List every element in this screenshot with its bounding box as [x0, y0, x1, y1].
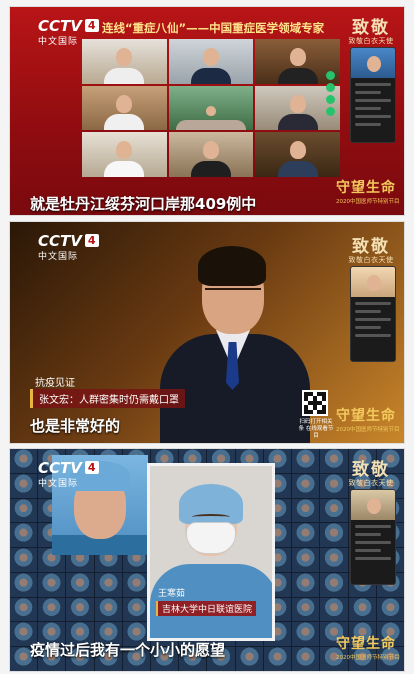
brand-mark: 守望生命 2020中国医师节特别节目	[336, 405, 400, 433]
name-tag: 王寒茹 吉林大学中日联谊医院	[156, 586, 257, 616]
subtitle-caption: 就是牡丹江绥芬河口岸那409例中	[30, 195, 257, 213]
channel-sub: 中文国际	[38, 479, 79, 489]
participant-tile	[168, 39, 254, 84]
channel-number: 4	[84, 461, 99, 474]
cctv-logo-text: CCTV	[38, 17, 82, 35]
side-panel: 致敬 致敬白衣天使	[346, 455, 396, 585]
participant-tile	[82, 85, 167, 131]
side-title: 致敬	[352, 18, 390, 38]
side-title: 致敬	[352, 460, 390, 480]
channel-number: 4	[84, 234, 99, 247]
person-name: 王寒茹	[158, 589, 186, 599]
side-subtitle: 致敬白衣天使	[348, 256, 394, 264]
participant-tile	[168, 85, 254, 131]
participant-tile	[255, 132, 340, 177]
video-frame-3: CCTV 4 中文国际 王寒茹 吉林大学中日联谊医院 致敬 致敬白衣天使 守望生命…	[9, 448, 405, 672]
participant-tile	[82, 39, 167, 84]
channel-sub: 中文国际	[38, 252, 79, 262]
cctv-logo: CCTV 4 中文国际	[38, 459, 99, 489]
participant-tile	[82, 132, 167, 177]
brand-mark: 守望生命 2020中国医师节特别节目	[336, 177, 400, 205]
subtitle-caption: 也是非常好的	[30, 417, 121, 435]
qr-code	[302, 390, 328, 416]
qr-caption: 扫码打开相关条 在线观看节目	[298, 419, 334, 439]
brand-big: 守望生命	[336, 180, 396, 196]
speaker-figure	[160, 242, 320, 443]
phone-preview	[350, 489, 396, 585]
page: CCTV 4 中文国际 连线“重症八仙”——中国重症医学领域专家 致敬 致敬白衣天…	[0, 0, 414, 674]
cctv-logo: CCTV 4 中文国际	[38, 232, 99, 262]
subtitle-caption: 疫情过后我有一个小小的愿望	[30, 641, 226, 659]
channel-number: 4	[84, 19, 99, 32]
phone-preview	[350, 266, 396, 362]
side-title: 致敬	[352, 237, 390, 257]
quote-banner: 张文宏：人群密集时仍需戴口罩	[30, 389, 185, 408]
brand-big: 守望生命	[336, 636, 396, 652]
brand-small: 2020中国医师节特别节目	[336, 427, 400, 433]
segment-label: 抗疫见证	[35, 378, 75, 389]
cctv-logo-text: CCTV	[38, 232, 82, 250]
video-frame-1: CCTV 4 中文国际 连线“重症八仙”——中国重症医学领域专家 致敬 致敬白衣天…	[9, 6, 405, 216]
reaction-dots	[326, 71, 340, 119]
side-panel: 致敬 致敬白衣天使	[346, 232, 396, 428]
program-title: 连线“重症八仙”——中国重症医学领域专家	[102, 21, 325, 35]
person-hospital: 吉林大学中日联谊医院	[156, 601, 257, 616]
brand-small: 2020中国医师节特别节目	[336, 199, 400, 205]
cctv-logo-text: CCTV	[38, 459, 82, 477]
phone-preview	[350, 47, 396, 143]
video-call-grid	[82, 39, 340, 177]
side-subtitle: 致敬白衣天使	[348, 479, 394, 487]
brand-small: 2020中国医师节特别节目	[336, 655, 400, 661]
participant-tile	[168, 132, 254, 177]
brand-mark: 守望生命 2020中国医师节特别节目	[336, 633, 400, 661]
video-frame-2: CCTV 4 中文国际 抗疫见证 张文宏：人群密集时仍需戴口罩 扫码打开相关条 在…	[9, 221, 405, 444]
side-subtitle: 致敬白衣天使	[348, 37, 394, 45]
brand-big: 守望生命	[336, 408, 396, 424]
